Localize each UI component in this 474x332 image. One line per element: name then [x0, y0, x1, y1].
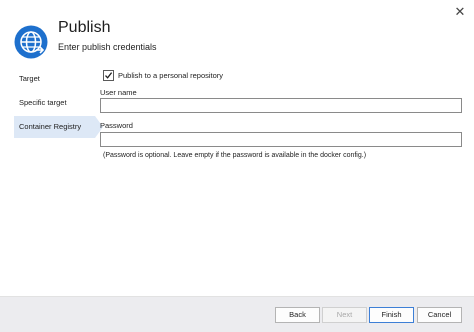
nav-item-label: Specific target — [19, 98, 67, 107]
username-label: User name — [100, 88, 137, 97]
globe-publish-icon — [14, 25, 48, 59]
close-icon[interactable]: ✕ — [453, 5, 467, 19]
nav-item-label: Target — [19, 74, 40, 83]
checkbox-label: Publish to a personal repository — [118, 70, 224, 80]
password-field[interactable] — [100, 132, 462, 147]
nav-item-label: Container Registry — [19, 122, 82, 131]
page-subtitle: Enter publish credentials — [58, 42, 157, 52]
nav-item-container-registry[interactable]: Container Registry — [14, 116, 103, 138]
password-hint: (Password is optional. Leave empty if th… — [103, 152, 367, 159]
checkmark-icon — [105, 71, 113, 79]
username-field[interactable] — [100, 98, 462, 113]
wizard-nav: Target Specific target Container Registr… — [14, 68, 103, 140]
password-label: Password — [100, 121, 133, 130]
checkbox-box[interactable] — [103, 69, 114, 81]
back-button[interactable]: Back — [275, 307, 320, 323]
footer-bar: Back Next Finish Cancel — [0, 296, 474, 332]
publish-personal-repo-checkbox[interactable]: Publish to a personal repository — [103, 69, 223, 81]
publish-dialog: ✕ Publish Enter publish credentials Targ… — [0, 0, 474, 332]
next-button[interactable]: Next — [322, 307, 367, 323]
nav-item-target[interactable]: Target — [14, 68, 98, 90]
cancel-button[interactable]: Cancel — [417, 307, 462, 323]
finish-button[interactable]: Finish — [369, 307, 414, 323]
page-title: Publish — [58, 19, 111, 36]
nav-item-specific-target[interactable]: Specific target — [14, 92, 98, 114]
